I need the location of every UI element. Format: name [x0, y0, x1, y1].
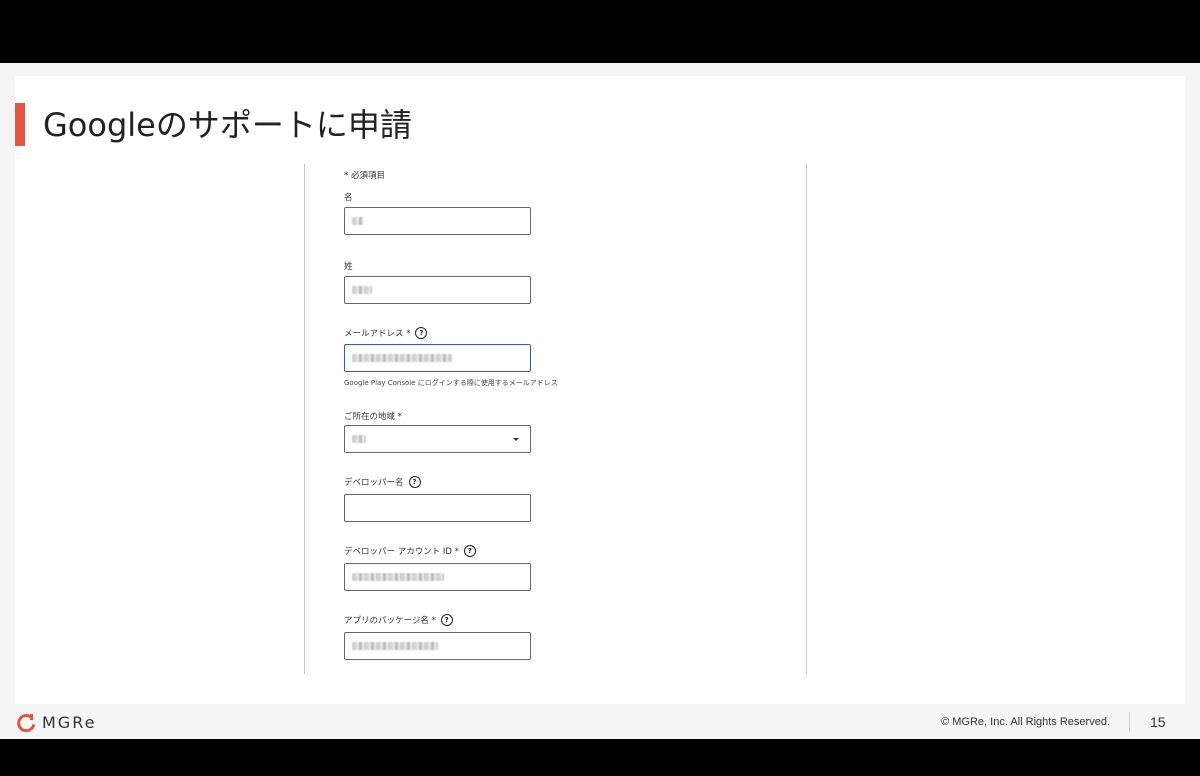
last-name-input[interactable]	[344, 276, 531, 304]
package-name-input[interactable]	[344, 632, 531, 660]
email-helper-text: Google Play Console にログインする際に使用するメールアドレス	[344, 379, 558, 387]
bottom-letterbox	[0, 739, 1200, 776]
help-icon[interactable]: ?	[440, 614, 453, 626]
top-letterbox	[0, 0, 1200, 63]
redacted-value	[352, 435, 366, 443]
required-note: * 必須項目	[344, 171, 385, 181]
page-number: 15	[1150, 714, 1166, 730]
copyright-text: © MGRe, Inc. All Rights Reserved.	[941, 716, 1110, 728]
email-input[interactable]	[344, 344, 531, 372]
first-name-input[interactable]	[344, 207, 531, 235]
developer-name-input[interactable]	[344, 494, 531, 522]
redacted-value	[352, 354, 452, 362]
developer-name-label: デベロッパー名 ?	[344, 476, 421, 488]
title-accent-bar	[15, 103, 25, 146]
logo-text: MGRe	[42, 713, 97, 732]
package-name-label: アプリのパッケージ名 * ?	[344, 614, 453, 626]
help-icon[interactable]: ?	[415, 327, 428, 339]
redacted-value	[352, 642, 438, 650]
region-label: ご所在の地域 *	[344, 412, 402, 422]
redacted-value	[352, 573, 444, 581]
mgre-logo-icon	[17, 713, 36, 732]
developer-account-id-label: デベロッパー アカウント ID * ?	[344, 545, 476, 557]
slide-title: Googleのサポートに申請	[43, 106, 412, 144]
first-name-label: 名	[344, 193, 353, 203]
redacted-value	[352, 217, 364, 225]
support-request-form: * 必須項目 名 姓 メールアドレス * ? Google Play Conso…	[305, 164, 807, 674]
redacted-value	[352, 286, 372, 294]
email-label: メールアドレス * ?	[344, 327, 428, 339]
help-icon[interactable]: ?	[463, 545, 476, 557]
developer-account-id-input[interactable]	[344, 563, 531, 591]
last-name-label: 姓	[344, 262, 353, 272]
help-icon[interactable]: ?	[408, 476, 421, 488]
footer-divider	[1129, 712, 1130, 732]
region-select[interactable]	[344, 425, 531, 453]
mgre-logo: MGRe	[17, 713, 96, 732]
dropdown-arrow-icon	[513, 438, 519, 441]
